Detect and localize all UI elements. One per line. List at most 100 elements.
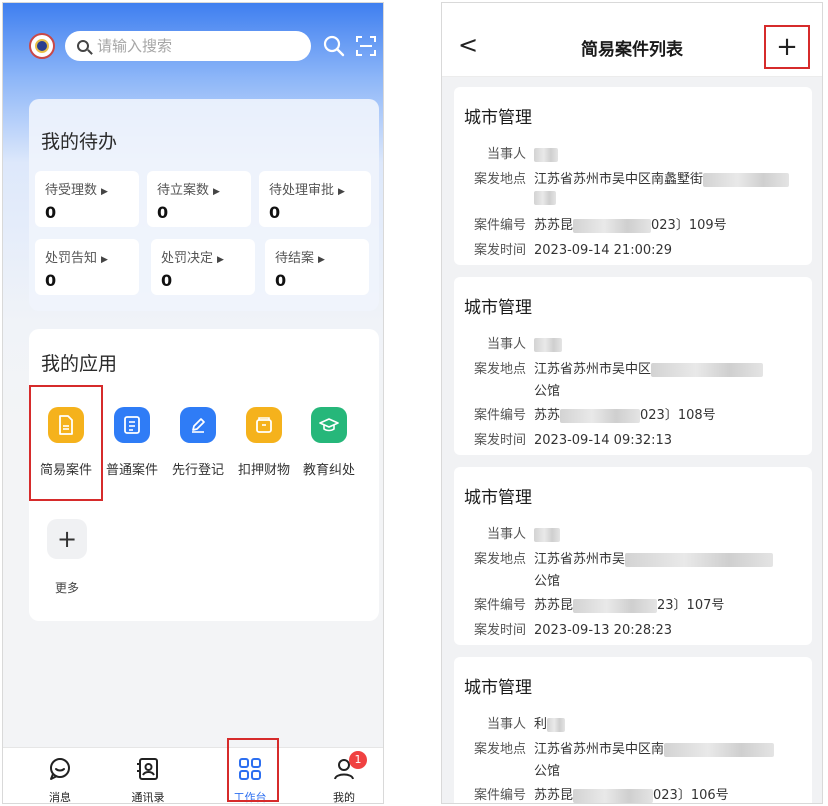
todo-label: 处罚告知: [45, 251, 98, 266]
todo-title: 我的待办: [41, 131, 118, 153]
triangle-right-icon: ▶: [217, 255, 224, 265]
redacted-text: [534, 527, 560, 542]
app-pre-register[interactable]: 先行登记: [166, 407, 230, 478]
more-label: 更多: [55, 581, 80, 595]
bottom-nav: 消息 通讯录 工作台 1 我的: [3, 738, 383, 804]
search-box[interactable]: [65, 31, 311, 61]
plus-icon: +: [56, 525, 78, 553]
case-no-row: 案件编号 苏苏 023〕108号: [473, 408, 716, 423]
redacted-text: [560, 408, 641, 423]
todo-count: 0: [161, 271, 173, 290]
case-card[interactable]: 城市管理 当事人 案发地点 江苏省苏州市吴中区南蠡墅街 案件编号 苏苏昆 023〕10…: [454, 87, 812, 265]
todo-count: 0: [45, 271, 57, 290]
workbench-screen: 我的待办 待受理数▶ 0 待立案数▶ 0 待处理审批▶ 0 处罚告知▶ 0 处罚…: [2, 2, 384, 804]
redacted-text: [573, 218, 652, 233]
location-row: 案发地点 江苏省苏州市吴中区南: [464, 738, 775, 757]
redacted-text: [651, 362, 764, 377]
emblem-logo: [29, 33, 55, 59]
more-button[interactable]: +: [47, 519, 87, 559]
party-row: 当事人: [464, 333, 562, 352]
apps-card: 我的应用 简易案件 普通案件 先行登记 扣押财物 教育纠处 + 更多: [29, 329, 379, 621]
todo-penalty-decision[interactable]: 处罚决定 ▶ 0: [151, 239, 255, 295]
nav-contacts[interactable]: 通讯录: [113, 748, 183, 804]
todo-label: 处罚决定: [161, 251, 214, 266]
case-list-screen: < 简易案件列表 + 城市管理 当事人 案发地点 江苏省苏州市吴中区南蠡墅街 案件…: [441, 2, 823, 804]
todo-label: 待结案: [275, 251, 315, 266]
case-category: 城市管理: [464, 108, 532, 128]
todo-count: 0: [157, 203, 169, 222]
search-icon-button[interactable]: [323, 35, 345, 57]
redacted-text: [547, 717, 566, 732]
party-row: 当事人: [464, 143, 558, 162]
todo-pending-file[interactable]: 待立案数 ▶ 0: [147, 171, 251, 227]
party-row: 当事人: [464, 523, 560, 542]
party-row: 当事人利: [464, 713, 566, 732]
case-card[interactable]: 城市管理 当事人利 案发地点 江苏省苏州市吴中区南 公馆 案件编号 苏苏昆 023〕1…: [454, 657, 812, 803]
redacted-text: [625, 552, 774, 567]
location-line2: 公馆: [534, 384, 561, 399]
notification-badge: 1: [349, 751, 367, 769]
todo-card: 我的待办 待受理数 ▶ 0 待立案数 ▶ 0 待处理审批 ▶ 0 处罚告知 ▶ 0 处罚…: [29, 99, 379, 311]
app-seized-property[interactable]: 扣押财物: [232, 407, 296, 478]
todo-count: 0: [269, 203, 281, 222]
add-case-button[interactable]: +: [764, 25, 810, 69]
time-row: 案发时间 2023-09-14 21:00:29: [473, 243, 673, 258]
todo-pending-close[interactable]: 待结案 ▶ 0: [265, 239, 369, 295]
nav-label: 消息: [49, 791, 71, 804]
todo-label: 待立案数: [157, 183, 210, 198]
triangle-right-icon: ▶: [318, 255, 325, 265]
nav-label: 通讯录: [131, 791, 165, 804]
todo-label: 待受理数: [45, 183, 98, 198]
redacted-text: [664, 742, 775, 757]
todo-pending-accept[interactable]: 待受理数 ▶ 0: [35, 171, 139, 227]
app-education[interactable]: 教育纠处: [297, 407, 361, 478]
contacts-icon: [137, 758, 158, 780]
clipboard-icon: [114, 407, 150, 443]
location-row: 案发地点 江苏省苏州市吴中区南蠡墅街: [464, 168, 790, 187]
highlight-box: [227, 738, 279, 802]
app-label: 先行登记: [171, 463, 224, 478]
redacted-text: [534, 337, 562, 352]
app-label: 扣押财物: [237, 463, 290, 478]
location-line2: 公馆: [534, 574, 561, 589]
location-line2: [534, 190, 556, 205]
app-label: 普通案件: [105, 463, 158, 478]
scan-icon[interactable]: [355, 35, 377, 57]
case-card[interactable]: 城市管理 当事人 案发地点 江苏省苏州市吴 公馆 案件编号 苏苏昆 23〕107号 案…: [454, 467, 812, 645]
time-row: 案发时间 2023-09-13 20:28:23: [473, 623, 673, 638]
apps-title: 我的应用: [41, 353, 118, 375]
nav-bar: < 简易案件列表 +: [442, 3, 822, 77]
top-bar: [3, 25, 383, 65]
plus-icon: +: [776, 32, 798, 62]
case-no-row: 案件编号 苏苏昆 023〕106号: [473, 788, 729, 803]
todo-penalty-notice[interactable]: 处罚告知 ▶ 0: [35, 239, 139, 295]
nav-messages[interactable]: 消息: [25, 748, 95, 804]
case-no-row: 案件编号 苏苏昆 023〕109号: [473, 218, 727, 233]
app-label: 教育纠处: [302, 463, 355, 478]
search-input[interactable]: [97, 37, 297, 55]
case-category: 城市管理: [464, 298, 532, 318]
redacted-text: [573, 598, 658, 613]
triangle-right-icon: ▶: [213, 187, 220, 197]
location-row: 案发地点 江苏省苏州市吴: [464, 548, 774, 567]
redacted-text: [534, 147, 558, 162]
location-line2: 公馆: [534, 764, 561, 779]
search-icon: [77, 40, 89, 52]
location-row: 案发地点 江苏省苏州市吴中区: [464, 358, 764, 377]
app-normal-case[interactable]: 普通案件: [100, 407, 164, 478]
todo-pending-approval[interactable]: 待处理审批 ▶ 0: [259, 171, 371, 227]
triangle-right-icon: ▶: [101, 255, 108, 265]
case-card[interactable]: 城市管理 当事人 案发地点 江苏省苏州市吴中区 公馆 案件编号 苏苏 023〕108号…: [454, 277, 812, 455]
box-icon: [246, 407, 282, 443]
case-category: 城市管理: [464, 678, 532, 698]
case-category: 城市管理: [464, 488, 532, 508]
todo-count: 0: [45, 203, 57, 222]
redacted-text: [703, 172, 790, 187]
nav-me[interactable]: 1 我的: [309, 748, 379, 803]
time-row: 案发时间 2023-09-14 09:32:13: [473, 433, 673, 448]
app-label: 简易案件: [39, 463, 92, 478]
graduation-cap-icon: [311, 407, 347, 443]
app-simple-case[interactable]: 简易案件: [34, 407, 98, 478]
redacted-text: [573, 788, 654, 803]
pen-icon: [180, 407, 216, 443]
